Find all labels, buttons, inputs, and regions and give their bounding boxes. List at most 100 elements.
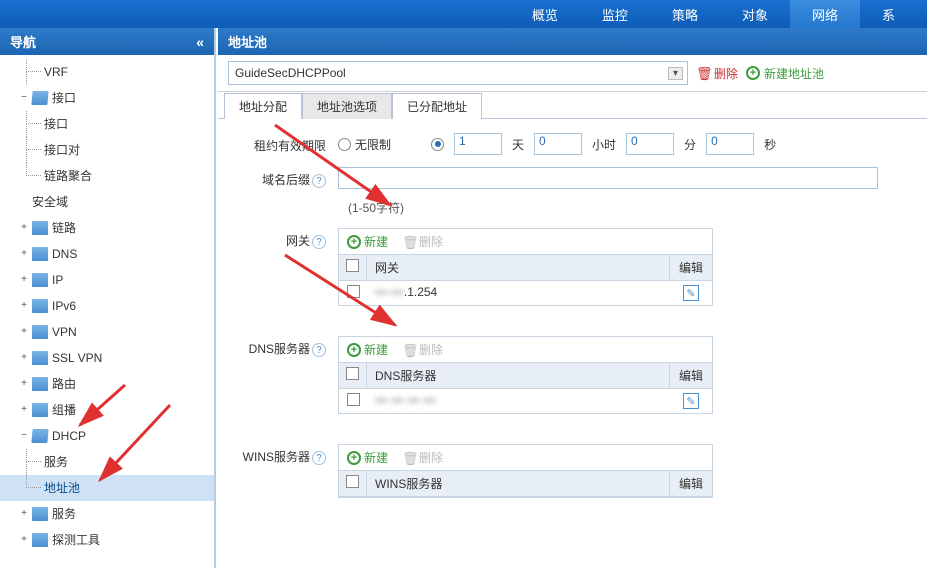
tree-node-ip[interactable]: +IP [0, 267, 214, 293]
tree-label: SSL VPN [52, 348, 102, 368]
nav-object[interactable]: 对象 [720, 0, 790, 28]
toggle-icon[interactable]: + [18, 270, 30, 290]
checkbox[interactable] [347, 285, 360, 298]
folder-icon [31, 429, 48, 443]
toggle-icon[interactable]: + [18, 348, 30, 368]
lease-unlimited-radio[interactable]: 无限制 [338, 136, 391, 153]
radio-icon [338, 138, 351, 151]
toggle-icon[interactable]: + [18, 218, 30, 238]
dns-delete-button[interactable]: 删除 [402, 341, 443, 358]
folder-icon [32, 351, 48, 365]
hours-input[interactable]: 0 [534, 133, 582, 155]
dns-label: DNS服务器? [238, 336, 338, 357]
tree-node-路由[interactable]: +路由 [0, 371, 214, 397]
toggle-icon[interactable]: + [18, 504, 30, 524]
plus-icon: + [746, 66, 760, 80]
seconds-input[interactable]: 0 [706, 133, 754, 155]
trash-icon [402, 343, 416, 357]
toggle-icon[interactable]: − [18, 88, 30, 108]
row-gateway: 网关? +新建 删除 网关 编辑 ▪▪▪ ▪▪▪.1.254 [238, 228, 907, 306]
seconds-label: 秒 [764, 136, 776, 153]
wins-add-button[interactable]: +新建 [347, 449, 388, 466]
tab-assign[interactable]: 地址分配 [224, 93, 302, 119]
checkbox-all[interactable] [346, 475, 359, 488]
tree-node-探测工具[interactable]: +探测工具 [0, 527, 214, 553]
delete-button[interactable]: 删除 [696, 65, 738, 82]
gateway-delete-button[interactable]: 删除 [402, 233, 443, 250]
tree-node-地址池[interactable]: 地址池 [0, 475, 214, 501]
hours-label: 小时 [592, 136, 616, 153]
nav-monitor[interactable]: 监控 [580, 0, 650, 28]
toggle-icon[interactable]: + [18, 296, 30, 316]
edit-icon[interactable] [683, 393, 699, 409]
pool-select[interactable]: GuideSecDHCPPool [228, 61, 688, 85]
unlimited-label: 无限制 [355, 136, 391, 153]
domain-suffix-hint: (1-50字符) [348, 199, 404, 216]
toggle-icon[interactable]: + [18, 530, 30, 550]
sidebar-collapse-icon[interactable]: « [196, 34, 204, 50]
days-input[interactable]: 1 [454, 133, 502, 155]
toggle-icon[interactable]: − [18, 426, 30, 446]
tree-node-接口[interactable]: −接口 [0, 85, 214, 111]
row-wins: WINS服务器? +新建 删除 WINS服务器 编辑 [238, 444, 907, 498]
nav-overview[interactable]: 概览 [510, 0, 580, 28]
toggle-icon[interactable]: + [18, 400, 30, 420]
tree-node-组播[interactable]: +组播 [0, 397, 214, 423]
minutes-input[interactable]: 0 [626, 133, 674, 155]
tree-node-链路聚合[interactable]: 链路聚合 [0, 163, 214, 189]
plus-icon: + [347, 343, 361, 357]
tree-node-ssl vpn[interactable]: + SSL VPN [0, 345, 214, 371]
nav-policy[interactable]: 策略 [650, 0, 720, 28]
help-icon[interactable]: ? [312, 235, 326, 249]
tree-node-接口对[interactable]: 接口对 [0, 137, 214, 163]
nav-network[interactable]: 网络 [790, 0, 860, 28]
tree-node-dns[interactable]: + DNS [0, 241, 214, 267]
toggle-icon[interactable]: + [18, 322, 30, 342]
content-title: 地址池 [218, 28, 927, 55]
nav-system[interactable]: 系 [860, 0, 917, 28]
checkbox[interactable] [347, 393, 360, 406]
dns-add-button[interactable]: +新建 [347, 341, 388, 358]
checkbox-all[interactable] [346, 259, 359, 272]
tree-node-vrf[interactable]: VRF [0, 59, 214, 85]
tree-node-链路[interactable]: +链路 [0, 215, 214, 241]
plus-icon: + [347, 451, 361, 465]
domain-suffix-label: 域名后缀? [238, 167, 338, 188]
gateway-col-name: 网关 [367, 255, 670, 280]
folder-icon [32, 507, 48, 521]
new-pool-button[interactable]: + 新建地址池 [746, 65, 824, 82]
nav-tree: VRF−接口接口接口对链路聚合安全域+链路+DNS+IP+IPv6+VPN+SS… [0, 55, 214, 557]
tree-node-服务[interactable]: +服务 [0, 501, 214, 527]
help-icon[interactable]: ? [312, 451, 326, 465]
toggle-icon[interactable]: + [18, 244, 30, 264]
gateway-value: ▪▪▪ ▪▪▪ [375, 285, 404, 299]
tree-label: DNS [52, 244, 77, 264]
tree-label: 安全域 [32, 192, 68, 212]
content: 地址池 GuideSecDHCPPool 删除 + 新建地址池 地址分配 地址池… [218, 28, 927, 568]
help-icon[interactable]: ? [312, 174, 326, 188]
tree-node-dhcp[interactable]: −DHCP [0, 423, 214, 449]
dns-value: ▪▪▪ ▪▪▪ ▪▪▪ ▪▪▪ [375, 393, 436, 407]
help-icon[interactable]: ? [312, 343, 326, 357]
tab-options[interactable]: 地址池选项 [302, 93, 392, 119]
tree-node-ipv6[interactable]: +IPv6 [0, 293, 214, 319]
tab-assigned[interactable]: 已分配地址 [392, 93, 482, 119]
tree-label: 链路聚合 [44, 166, 92, 186]
tree-node-安全域[interactable]: 安全域 [0, 189, 214, 215]
gateway-add-button[interactable]: +新建 [347, 233, 388, 250]
domain-suffix-input[interactable] [338, 167, 878, 189]
tree-node-接口[interactable]: 接口 [0, 111, 214, 137]
tree-node-服务[interactable]: 服务 [0, 449, 214, 475]
wins-delete-button[interactable]: 删除 [402, 449, 443, 466]
radio-icon [431, 138, 444, 151]
table-row: ▪▪▪ ▪▪▪ ▪▪▪ ▪▪▪ [339, 389, 712, 413]
tree-node-vpn[interactable]: +VPN [0, 319, 214, 345]
minutes-label: 分 [684, 136, 696, 153]
folder-icon [32, 533, 48, 547]
toggle-icon[interactable]: + [18, 374, 30, 394]
wins-label: WINS服务器? [238, 444, 338, 465]
folder-icon [32, 377, 48, 391]
lease-custom-radio[interactable] [431, 138, 444, 151]
edit-icon[interactable] [683, 285, 699, 301]
checkbox-all[interactable] [346, 367, 359, 380]
